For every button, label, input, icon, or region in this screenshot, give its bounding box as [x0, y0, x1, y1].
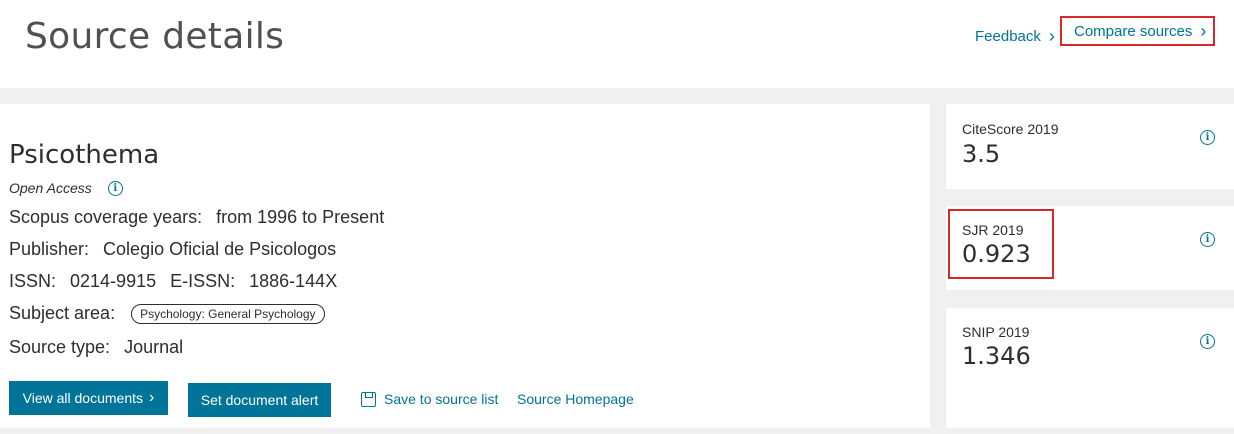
subject-area-tag[interactable]: Psychology: General Psychology	[131, 303, 325, 324]
coverage-value: from 1996 to Present	[216, 207, 385, 227]
info-icon[interactable]: i	[1200, 334, 1215, 349]
eissn-label: E-ISSN:	[170, 271, 236, 291]
open-access-label: Open Access	[9, 180, 92, 196]
source-homepage-link[interactable]: Source Homepage	[517, 391, 634, 407]
journal-title: Psicothema	[9, 140, 160, 170]
subject-area-label: Subject area:	[9, 303, 116, 323]
chevron-right-icon: ›	[1200, 21, 1207, 41]
sjr-label: SJR 2019	[962, 222, 1024, 238]
open-access-row: Open Access i	[9, 180, 123, 196]
view-all-documents-label: View all documents	[22, 390, 144, 406]
compare-sources-label: Compare sources	[1074, 22, 1193, 40]
snip-value: 1.346	[962, 342, 1031, 370]
page-title: Source details	[25, 16, 285, 57]
content-area: Psicothema Open Access i Scopus coverage…	[0, 88, 1234, 434]
snip-label: SNIP 2019	[962, 324, 1030, 340]
source-type-label: Source type:	[9, 337, 111, 357]
feedback-link[interactable]: Feedback ›	[975, 27, 1055, 45]
set-document-alert-button[interactable]: Set document alert	[188, 383, 331, 417]
info-icon[interactable]: i	[1200, 232, 1215, 247]
eissn-value: 1886-144X	[249, 271, 338, 291]
sjr-card: SJR 2019 0.923 i	[946, 206, 1234, 290]
chevron-right-icon: ›	[149, 389, 155, 406]
issn-label: ISSN:	[9, 271, 57, 291]
sjr-value: 0.923	[962, 240, 1031, 268]
citescore-value: 3.5	[962, 140, 1001, 168]
source-info-card: Psicothema Open Access i Scopus coverage…	[0, 104, 930, 428]
compare-sources-link[interactable]: Compare sources ›	[1060, 16, 1215, 46]
save-to-source-list-link[interactable]: Save to source list	[361, 391, 498, 407]
page-header: Source details Feedback › Compare source…	[0, 0, 1234, 88]
publisher-row: Publisher: Colegio Oficial de Psicologos	[9, 239, 336, 260]
publisher-label: Publisher:	[9, 239, 90, 259]
source-type-value: Journal	[124, 337, 184, 357]
issn-row: ISSN: 0214-9915 E-ISSN: 1886-144X	[9, 271, 337, 292]
citescore-label: CiteScore 2019	[962, 121, 1059, 137]
chevron-right-icon: ›	[1048, 26, 1055, 46]
info-icon[interactable]: i	[1200, 130, 1215, 145]
info-icon[interactable]: i	[107, 180, 123, 196]
coverage-label: Scopus coverage years:	[9, 207, 203, 227]
issn-value: 0214-9915	[70, 271, 157, 291]
citescore-card: CiteScore 2019 3.5 i	[946, 104, 1234, 189]
snip-card: SNIP 2019 1.346 i	[946, 308, 1234, 428]
feedback-label: Feedback	[975, 27, 1041, 45]
save-icon	[361, 391, 376, 407]
coverage-row: Scopus coverage years: from 1996 to Pres…	[9, 207, 384, 228]
save-to-source-list-label: Save to source list	[384, 391, 499, 407]
subject-area-row: Subject area: Psychology: General Psycho…	[9, 303, 325, 324]
publisher-value: Colegio Oficial de Psicologos	[103, 239, 337, 259]
source-type-row: Source type: Journal	[9, 337, 183, 358]
view-all-documents-button[interactable]: View all documents ›	[9, 381, 168, 415]
